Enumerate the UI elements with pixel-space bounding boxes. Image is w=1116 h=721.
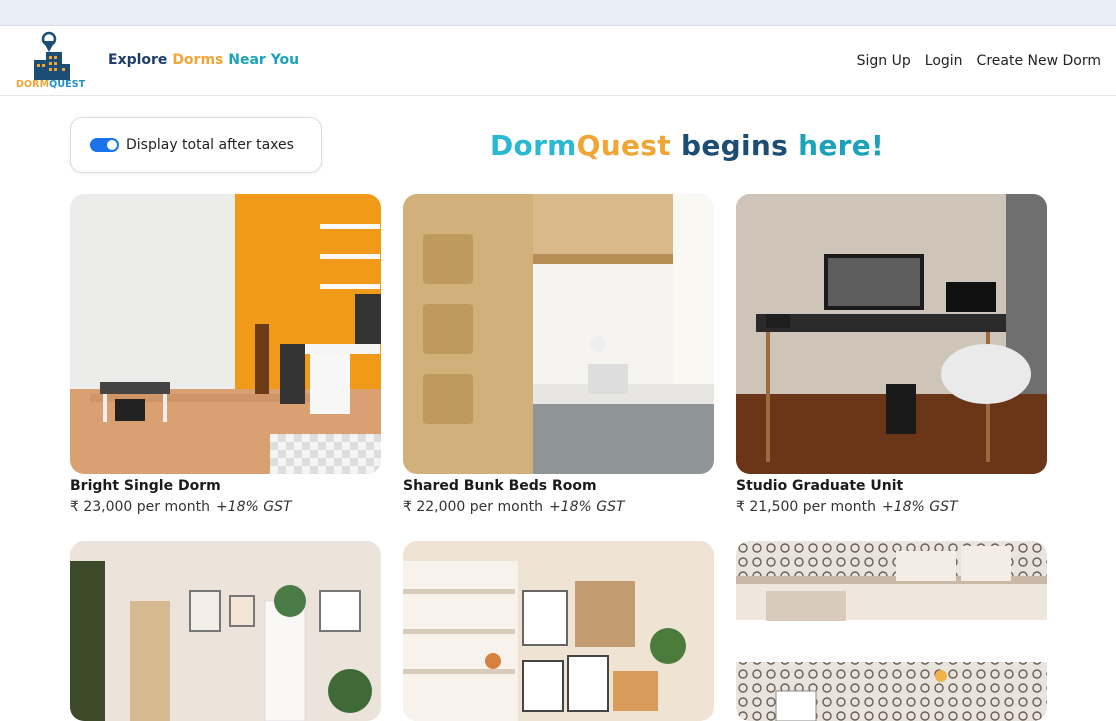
room-photo-1 [70, 194, 381, 474]
listing-card[interactable]: Shared Bunk Beds Room ₹ 22,000 per month… [403, 194, 714, 515]
room-photo-2 [403, 194, 714, 474]
listing-price: ₹ 22,000 per month +18% GST [403, 499, 714, 515]
listing-price: ₹ 21,500 per month +18% GST [736, 499, 1047, 515]
listing-image[interactable] [736, 541, 1047, 721]
price-text: ₹ 21,500 per month [736, 499, 876, 515]
listing-card[interactable] [403, 541, 714, 721]
listing-price: ₹ 23,000 per month +18% GST [70, 499, 381, 515]
headline-part-2: Quest [576, 129, 671, 162]
listing-image[interactable] [403, 541, 714, 721]
listing-card[interactable] [736, 541, 1047, 721]
listing-card[interactable]: Bright Single Dorm ₹ 23,000 per month +18… [70, 194, 381, 515]
listings-grid: Bright Single Dorm ₹ 23,000 per month +18… [70, 194, 1047, 721]
navbar: DORMQUEST Explore Dorms Near You Sign Up… [0, 26, 1116, 96]
explore-text-1: Explore [108, 51, 173, 68]
gst-text: +18% GST [215, 499, 292, 515]
listing-image[interactable] [736, 194, 1047, 474]
listing-title: Studio Graduate Unit [736, 478, 904, 494]
listing-card[interactable]: Studio Graduate Unit ₹ 21,500 per month +… [736, 194, 1047, 515]
toggle-knob [107, 140, 117, 150]
room-photo-3 [736, 194, 1047, 474]
building-pin-icon [34, 31, 70, 80]
listing-image[interactable] [403, 194, 714, 474]
browser-top-strip [0, 0, 1116, 26]
explore-text-3: Near You [223, 51, 300, 68]
explore-link[interactable]: Explore Dorms Near You [108, 52, 299, 68]
headline-part-1: Dorm [490, 129, 577, 162]
listing-title: Bright Single Dorm [70, 478, 221, 494]
gst-text: +18% GST [548, 499, 625, 515]
listing-card[interactable] [70, 541, 381, 721]
explore-text-2: Dorms [172, 51, 224, 68]
create-dorm-link[interactable]: Create New Dorm [977, 53, 1101, 69]
gst-text: +18% GST [881, 499, 958, 515]
room-photo-6 [736, 541, 1047, 721]
price-text: ₹ 22,000 per month [403, 499, 543, 515]
room-photo-4 [70, 541, 381, 721]
tax-toggle-box: Display total after taxes [70, 117, 322, 173]
logo-word-quest: QUEST [49, 78, 86, 90]
tax-toggle-switch[interactable] [90, 138, 119, 152]
listing-image[interactable] [70, 194, 381, 474]
page-headline: DormQuest begins here! [490, 129, 884, 162]
listing-title: Shared Bunk Beds Room [403, 478, 597, 494]
signup-link[interactable]: Sign Up [857, 53, 911, 69]
price-text: ₹ 23,000 per month [70, 499, 210, 515]
nav-links: Sign Up Login Create New Dorm [857, 53, 1101, 69]
room-photo-5 [403, 541, 714, 721]
listing-image[interactable] [70, 541, 381, 721]
logo-word-dorm: DORM [16, 78, 50, 90]
login-link[interactable]: Login [925, 53, 963, 69]
dormquest-logo[interactable]: DORMQUEST [16, 30, 85, 92]
headline-part-4: here! [788, 129, 885, 162]
main-content: Display total after taxes DormQuest begi… [0, 96, 1116, 721]
tax-toggle-label: Display total after taxes [126, 137, 294, 153]
logo-wordmark: DORMQUEST [16, 79, 85, 90]
headline-part-3: begins [670, 129, 789, 162]
